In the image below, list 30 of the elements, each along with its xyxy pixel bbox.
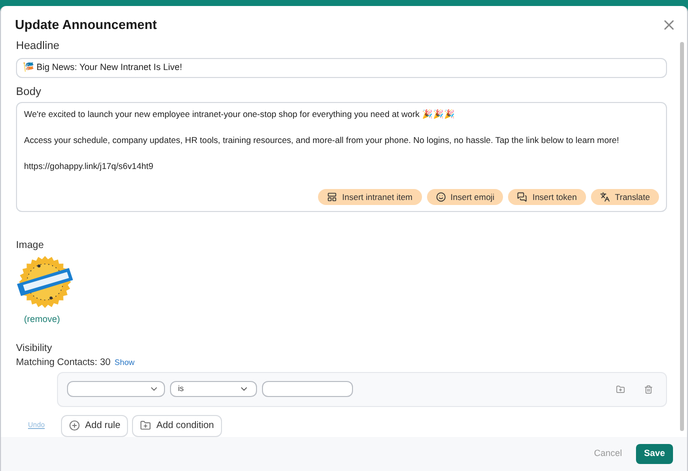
body-paragraph: We're excited to launch your new employee intranet-your one-stop shop for everything you need at work 🎉🎉🎉 — [24, 108, 456, 120]
show-link[interactable]: Show — [114, 356, 135, 368]
operator-select[interactable]: is — [170, 381, 257, 398]
save-button[interactable]: Save — [636, 444, 673, 464]
smile-icon — [436, 192, 446, 202]
remove-link[interactable]: (remove) — [24, 313, 60, 326]
folder-icon[interactable] — [616, 384, 625, 394]
trash-icon[interactable] — [644, 384, 653, 394]
chat-bubbles-icon — [517, 192, 528, 202]
field-select[interactable] — [67, 381, 165, 398]
value-field[interactable] — [262, 381, 353, 398]
dialog-title: Update Announcement — [15, 16, 157, 34]
body-paragraph: Access your schedule, company updates, HR tools, training resources, and more-all from your phone. No logins, no hassle. Tap the link below to learn more! — [24, 134, 620, 146]
body-field[interactable] — [16, 102, 667, 212]
insert-button[interactable]: Translate — [590, 189, 659, 205]
body-paragraph: https://gohappy.link/j17q/s6v14ht9 — [24, 160, 154, 172]
plus-circle-icon — [69, 420, 80, 432]
translate-icon — [600, 192, 610, 202]
field-label: Image — [16, 239, 45, 253]
insert-button[interactable]: Insert intranet item — [318, 189, 422, 205]
panel-icon — [327, 192, 338, 202]
insert-button[interactable]: Insert token — [508, 189, 586, 205]
scrollbar[interactable] — [680, 42, 684, 431]
headline-field[interactable]: 🎏 Big News: Your New Intranet Is Live! — [16, 58, 667, 78]
folder-plus-icon — [140, 420, 152, 432]
field-label: Body — [16, 84, 42, 100]
insert-button[interactable]: Insert emoji — [426, 189, 504, 205]
field-label: Headline — [16, 39, 60, 54]
matching-contacts: Matching Contacts: 30 — [16, 356, 111, 370]
section-label: Visibility — [16, 342, 53, 356]
